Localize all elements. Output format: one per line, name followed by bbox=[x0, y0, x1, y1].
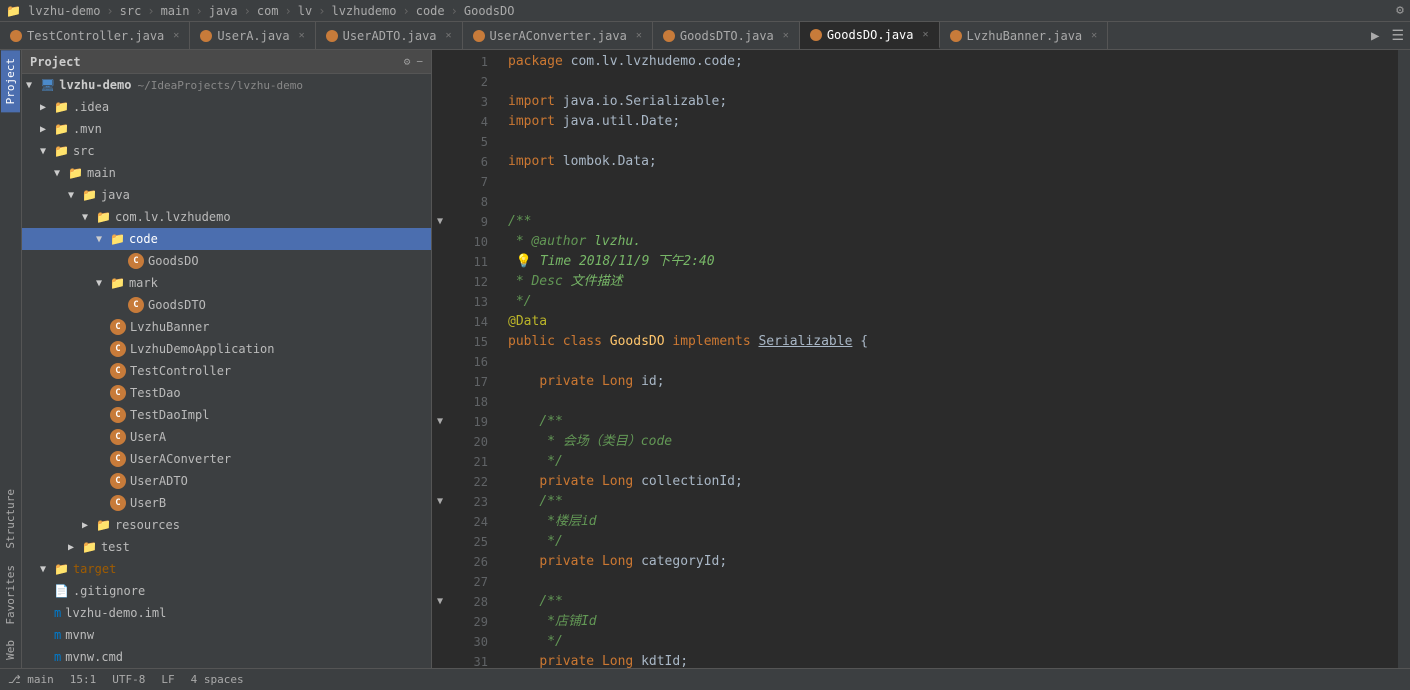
code-line-11: 💡 Time 2018/11/9 下午2:40 bbox=[508, 252, 1398, 272]
code-line-6: import lombok.Data; bbox=[508, 152, 1398, 172]
code-line-10: * @author lvzhu. bbox=[508, 232, 1398, 252]
project-label: Project bbox=[30, 55, 81, 69]
code-line-7 bbox=[508, 172, 1398, 192]
tree-item-TestDao[interactable]: C TestDao bbox=[22, 382, 431, 404]
close-icon[interactable]: ✕ bbox=[783, 30, 789, 41]
close-icon[interactable]: ✕ bbox=[636, 30, 642, 41]
code-line-19: /** bbox=[508, 412, 1398, 432]
code-line-26: private Long categoryId; bbox=[508, 552, 1398, 572]
code-line-9: /** bbox=[508, 212, 1398, 232]
line-numbers: 12345 678910 1112131415 1617181920 21222… bbox=[448, 50, 498, 668]
tab-menu-icon[interactable]: ☰ bbox=[1385, 22, 1410, 49]
panel-collapse-icon[interactable]: − bbox=[416, 55, 423, 68]
code-line-3: import java.io.Serializable; bbox=[508, 92, 1398, 112]
tab-GoodsDO[interactable]: GoodsDO.java ✕ bbox=[800, 22, 940, 49]
code-line-4: import java.util.Date; bbox=[508, 112, 1398, 132]
tree-item-main[interactable]: ▼ 📁 main bbox=[22, 162, 431, 184]
project-panel: Project ⚙ − ▼ 🖥 lvzhu-demo ~/IdeaProject… bbox=[22, 50, 432, 668]
tree-item-UserADTO[interactable]: C UserADTO bbox=[22, 470, 431, 492]
indent-indicator[interactable]: 4 spaces bbox=[191, 673, 244, 686]
code-line-18 bbox=[508, 392, 1398, 412]
code-line-16 bbox=[508, 352, 1398, 372]
tree-item-src[interactable]: ▼ 📁 src bbox=[22, 140, 431, 162]
tree-item-GoodsDO[interactable]: C GoodsDO bbox=[22, 250, 431, 272]
tree-item-LvzhuBanner[interactable]: C LvzhuBanner bbox=[22, 316, 431, 338]
tree-item-iml[interactable]: m lvzhu-demo.iml bbox=[22, 602, 431, 624]
left-vertical-tabs: Project Structure Favorites Web bbox=[0, 50, 22, 668]
code-line-27 bbox=[508, 572, 1398, 592]
code-line-1: package com.lv.lvzhudemo.code; bbox=[508, 52, 1398, 72]
close-icon[interactable]: ✕ bbox=[446, 30, 452, 41]
close-icon[interactable]: ✕ bbox=[923, 29, 929, 40]
tab-UserADTO[interactable]: UserADTO.java ✕ bbox=[316, 22, 463, 49]
editor-area: ▼ ▼ ▼ ▼ ▼ bbox=[432, 50, 1410, 668]
tab-TestController[interactable]: TestController.java ✕ bbox=[0, 22, 190, 49]
tab-bar: TestController.java ✕ UserA.java ✕ UserA… bbox=[0, 22, 1410, 50]
code-line-30: */ bbox=[508, 632, 1398, 652]
tree-item-UserA[interactable]: C UserA bbox=[22, 426, 431, 448]
tree-item-target[interactable]: ▼ 📁 target bbox=[22, 558, 431, 580]
line-col-indicator[interactable]: 15:1 bbox=[70, 673, 97, 686]
code-line-2 bbox=[508, 72, 1398, 92]
tab-GoodsDTO[interactable]: GoodsDTO.java ✕ bbox=[653, 22, 800, 49]
panel-settings-icon[interactable]: ⚙ bbox=[404, 55, 411, 68]
tree-item-mvnw-cmd[interactable]: m mvnw.cmd bbox=[22, 646, 431, 668]
code-line-8 bbox=[508, 192, 1398, 212]
bottom-bar: ⎇ main 15:1 UTF-8 LF 4 spaces bbox=[0, 668, 1410, 690]
tree-item-TestController[interactable]: C TestController bbox=[22, 360, 431, 382]
code-line-25: */ bbox=[508, 532, 1398, 552]
vtab-project[interactable]: Project bbox=[1, 50, 20, 112]
tree-item-resources[interactable]: ▶ 📁 resources bbox=[22, 514, 431, 536]
tab-UserAConverter[interactable]: UserAConverter.java ✕ bbox=[463, 22, 653, 49]
tree-item-UserB[interactable]: C UserB bbox=[22, 492, 431, 514]
breadcrumb: 📁 lvzhu-demo › src › main › java › com ›… bbox=[6, 4, 514, 18]
code-line-5 bbox=[508, 132, 1398, 152]
tree-item-test[interactable]: ▶ 📁 test bbox=[22, 536, 431, 558]
right-scrollbar[interactable] bbox=[1398, 50, 1410, 668]
code-line-13: */ bbox=[508, 292, 1398, 312]
close-icon[interactable]: ✕ bbox=[299, 30, 305, 41]
breadcrumb-settings-icon[interactable]: ⚙ bbox=[1396, 3, 1404, 18]
code-line-23: /** bbox=[508, 492, 1398, 512]
tree-item-idea[interactable]: ▶ 📁 .idea bbox=[22, 96, 431, 118]
vtab-web[interactable]: Web bbox=[1, 632, 20, 668]
line-ending-indicator[interactable]: LF bbox=[161, 673, 174, 686]
top-bar: 📁 lvzhu-demo › src › main › java › com ›… bbox=[0, 0, 1410, 22]
code-editor[interactable]: package com.lv.lvzhudemo.code; import ja… bbox=[498, 50, 1398, 668]
code-line-22: private Long collectionId; bbox=[508, 472, 1398, 492]
code-line-20: * 会场（类目）code bbox=[508, 432, 1398, 452]
vtab-structure[interactable]: Structure bbox=[1, 481, 20, 557]
tree-item-java[interactable]: ▼ 📁 java bbox=[22, 184, 431, 206]
tree-item-TestDaoImpl[interactable]: C TestDaoImpl bbox=[22, 404, 431, 426]
code-line-12: * Desc 文件描述 bbox=[508, 272, 1398, 292]
tree-item-GoodsDTO[interactable]: C GoodsDTO bbox=[22, 294, 431, 316]
code-line-17: private Long id; bbox=[508, 372, 1398, 392]
tree-item-package[interactable]: ▼ 📁 com.lv.lvzhudemo bbox=[22, 206, 431, 228]
tree-item-code[interactable]: ▼ 📁 code bbox=[22, 228, 431, 250]
tree-item-gitignore[interactable]: 📄 .gitignore bbox=[22, 580, 431, 602]
code-line-15: public class GoodsDO implements Serializ… bbox=[508, 332, 1398, 352]
fold-gutter: ▼ ▼ ▼ ▼ ▼ bbox=[432, 50, 448, 668]
tab-UserA[interactable]: UserA.java ✕ bbox=[190, 22, 315, 49]
code-line-14: @Data bbox=[508, 312, 1398, 332]
close-icon[interactable]: ✕ bbox=[173, 30, 179, 41]
code-line-28: /** bbox=[508, 592, 1398, 612]
close-icon[interactable]: ✕ bbox=[1091, 30, 1097, 41]
tab-LvzhuBanner[interactable]: LvzhuBanner.java ✕ bbox=[940, 22, 1109, 49]
encoding-indicator[interactable]: UTF-8 bbox=[112, 673, 145, 686]
tree-item-mvn[interactable]: ▶ 📁 .mvn bbox=[22, 118, 431, 140]
tree-item-UserAConverter[interactable]: C UserAConverter bbox=[22, 448, 431, 470]
code-line-24: *楼层id bbox=[508, 512, 1398, 532]
tree-item-mvnw[interactable]: m mvnw bbox=[22, 624, 431, 646]
code-line-29: *店铺Id bbox=[508, 612, 1398, 632]
code-line-31: private Long kdtId; bbox=[508, 652, 1398, 668]
tree-item-mark[interactable]: ▼ 📁 mark bbox=[22, 272, 431, 294]
tab-scroll-right[interactable]: ▶ bbox=[1365, 22, 1385, 49]
code-line-21: */ bbox=[508, 452, 1398, 472]
tree-item-root[interactable]: ▼ 🖥 lvzhu-demo ~/IdeaProjects/lvzhu-demo bbox=[22, 74, 431, 96]
vtab-favorites[interactable]: Favorites bbox=[1, 557, 20, 633]
project-panel-header: Project ⚙ − bbox=[22, 50, 431, 74]
git-branch-icon[interactable]: ⎇ main bbox=[8, 673, 54, 686]
tree-item-LvzhuDemoApplication[interactable]: C LvzhuDemoApplication bbox=[22, 338, 431, 360]
